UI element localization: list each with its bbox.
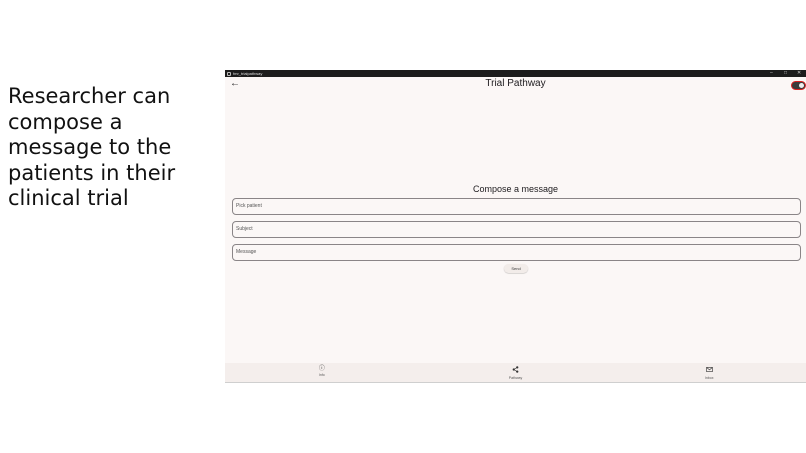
- nav-item-inbox[interactable]: Inbox: [612, 363, 806, 382]
- compose-heading: Compose a message: [472, 184, 559, 194]
- app-window: fmr_trialpathway – □ ✕ ← Trial Pathway C…: [225, 70, 806, 383]
- pick-patient-field[interactable]: Pick patient: [232, 198, 801, 215]
- window-title: fmr_trialpathway: [233, 71, 263, 76]
- window-titlebar: fmr_trialpathway – □ ✕: [225, 70, 806, 77]
- nav-item-pathway[interactable]: Pathway: [419, 363, 613, 382]
- send-button[interactable]: Send: [504, 264, 528, 273]
- nav-label-inbox: Inbox: [704, 376, 714, 380]
- app-icon: [227, 71, 231, 76]
- pick-patient-placeholder: Pick patient: [236, 203, 262, 209]
- subject-placeholder: Subject: [236, 226, 253, 232]
- theme-toggle[interactable]: [791, 81, 806, 90]
- app-bar: ← Trial Pathway: [225, 77, 806, 93]
- share-icon: [512, 366, 519, 376]
- minimize-icon[interactable]: –: [770, 70, 773, 77]
- nav-item-info[interactable]: ⓘ Info: [225, 363, 419, 382]
- close-icon[interactable]: ✕: [797, 70, 801, 77]
- toggle-knob: [799, 83, 804, 88]
- mail-icon: [705, 366, 713, 376]
- bottom-navigation: ⓘ Info Pathway Inbox: [225, 363, 806, 382]
- subject-field[interactable]: Subject: [232, 221, 801, 238]
- slide-caption: Researcher can compose a message to the …: [8, 84, 176, 210]
- nav-label-pathway: Pathway: [508, 376, 523, 380]
- maximize-icon[interactable]: □: [784, 70, 787, 77]
- message-placeholder: Message: [236, 249, 257, 255]
- app-title: Trial Pathway: [485, 78, 546, 89]
- info-icon: ⓘ: [318, 366, 325, 372]
- nav-label-info: Info: [318, 373, 325, 377]
- slide: Researcher can compose a message to the …: [0, 0, 806, 453]
- message-field[interactable]: Message: [232, 244, 801, 261]
